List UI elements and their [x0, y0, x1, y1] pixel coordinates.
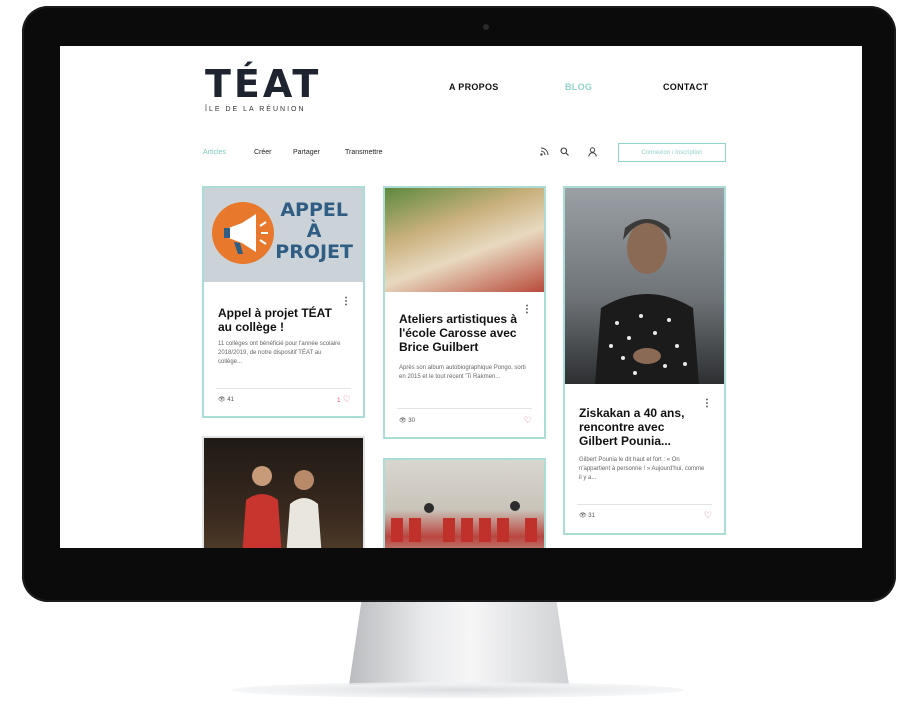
card-divider	[577, 504, 712, 505]
likes-count: 1	[337, 398, 341, 404]
post-title[interactable]: Appel à projet TÉAT au collège !	[218, 306, 343, 334]
post-image: APPEL À PROJET	[204, 188, 363, 282]
heart-icon: ♡	[342, 394, 351, 404]
monitor-base	[232, 682, 684, 698]
views-count: 30	[408, 418, 415, 424]
heart-icon: ♡	[703, 510, 712, 520]
card-divider	[397, 408, 532, 409]
post-image	[385, 188, 544, 292]
eye-icon: 👁	[579, 513, 587, 519]
post-views: 👁 41	[218, 396, 234, 403]
post-image	[204, 438, 363, 548]
search-icon[interactable]	[560, 147, 569, 158]
appel-line-1: APPEL	[280, 199, 348, 221]
hall-chairs	[391, 501, 537, 542]
duo-figures	[242, 466, 322, 548]
views-count: 41	[227, 397, 234, 403]
post-card[interactable]: APPEL À PROJET ⋮ Appel à projet TÉAT au …	[202, 186, 365, 418]
monitor-stand	[348, 602, 570, 692]
megaphone-icon	[212, 202, 274, 264]
rss-icon[interactable]	[540, 147, 549, 158]
post-excerpt: 11 collèges ont bénéficié pour l'année s…	[218, 341, 341, 365]
like-button[interactable]: ♡	[524, 415, 532, 426]
post-title[interactable]: Ateliers artistiques à l'école Carosse a…	[399, 312, 524, 354]
eye-icon: 👁	[399, 418, 407, 424]
post-card[interactable]	[383, 458, 546, 548]
nav-contact[interactable]: CONTACT	[663, 82, 708, 92]
post-card[interactable]: ⋮ Ateliers artistiques à l'école Carosse…	[383, 186, 546, 439]
portrait-figure	[595, 219, 699, 384]
logo-subtitle: ÎLE DE LA RÉUNION	[205, 106, 306, 113]
user-icon[interactable]	[588, 147, 597, 159]
tab-partager[interactable]: Partager	[293, 149, 320, 156]
card-divider	[216, 388, 351, 389]
post-excerpt: Après son album autobiographique Pongo, …	[399, 365, 526, 380]
appel-line-2: À	[306, 220, 322, 242]
post-image	[565, 188, 724, 384]
like-button[interactable]: ♡	[704, 510, 712, 521]
post-image	[385, 460, 544, 548]
nav-blog[interactable]: BLOG	[565, 82, 592, 92]
browser-screen: TÉAT ÎLE DE LA RÉUNION A PROPOS BLOG CON…	[60, 46, 862, 548]
eye-icon: 👁	[218, 397, 226, 403]
like-button[interactable]: 1 ♡	[337, 394, 351, 405]
tab-transmettre[interactable]: Transmettre	[345, 149, 382, 156]
post-card[interactable]	[202, 436, 365, 548]
views-count: 31	[588, 513, 595, 519]
appel-image-text: APPEL À PROJET	[275, 200, 353, 263]
post-excerpt: Gilbert Pounia le dit haut et fort : « O…	[579, 457, 705, 481]
post-views: 👁 31	[579, 512, 595, 519]
tab-creer[interactable]: Créer	[254, 149, 272, 156]
post-title[interactable]: Ziskakan a 40 ans, rencontre avec Gilber…	[579, 406, 704, 448]
post-views: 👁 30	[399, 417, 415, 424]
post-card[interactable]: ⋮ Ziskakan a 40 ans, rencontre avec Gilb…	[563, 186, 726, 535]
tab-articles[interactable]: Articles	[203, 149, 226, 156]
camera-dot	[483, 24, 489, 30]
heart-icon: ♡	[523, 415, 532, 425]
site-logo[interactable]: TÉAT ÎLE DE LA RÉUNION	[205, 64, 321, 113]
logo-title: TÉAT	[205, 62, 322, 106]
appel-line-3: PROJET	[275, 241, 353, 263]
nav-apropos[interactable]: A PROPOS	[449, 82, 499, 92]
login-button[interactable]: Connexion / Inscription	[618, 143, 726, 162]
